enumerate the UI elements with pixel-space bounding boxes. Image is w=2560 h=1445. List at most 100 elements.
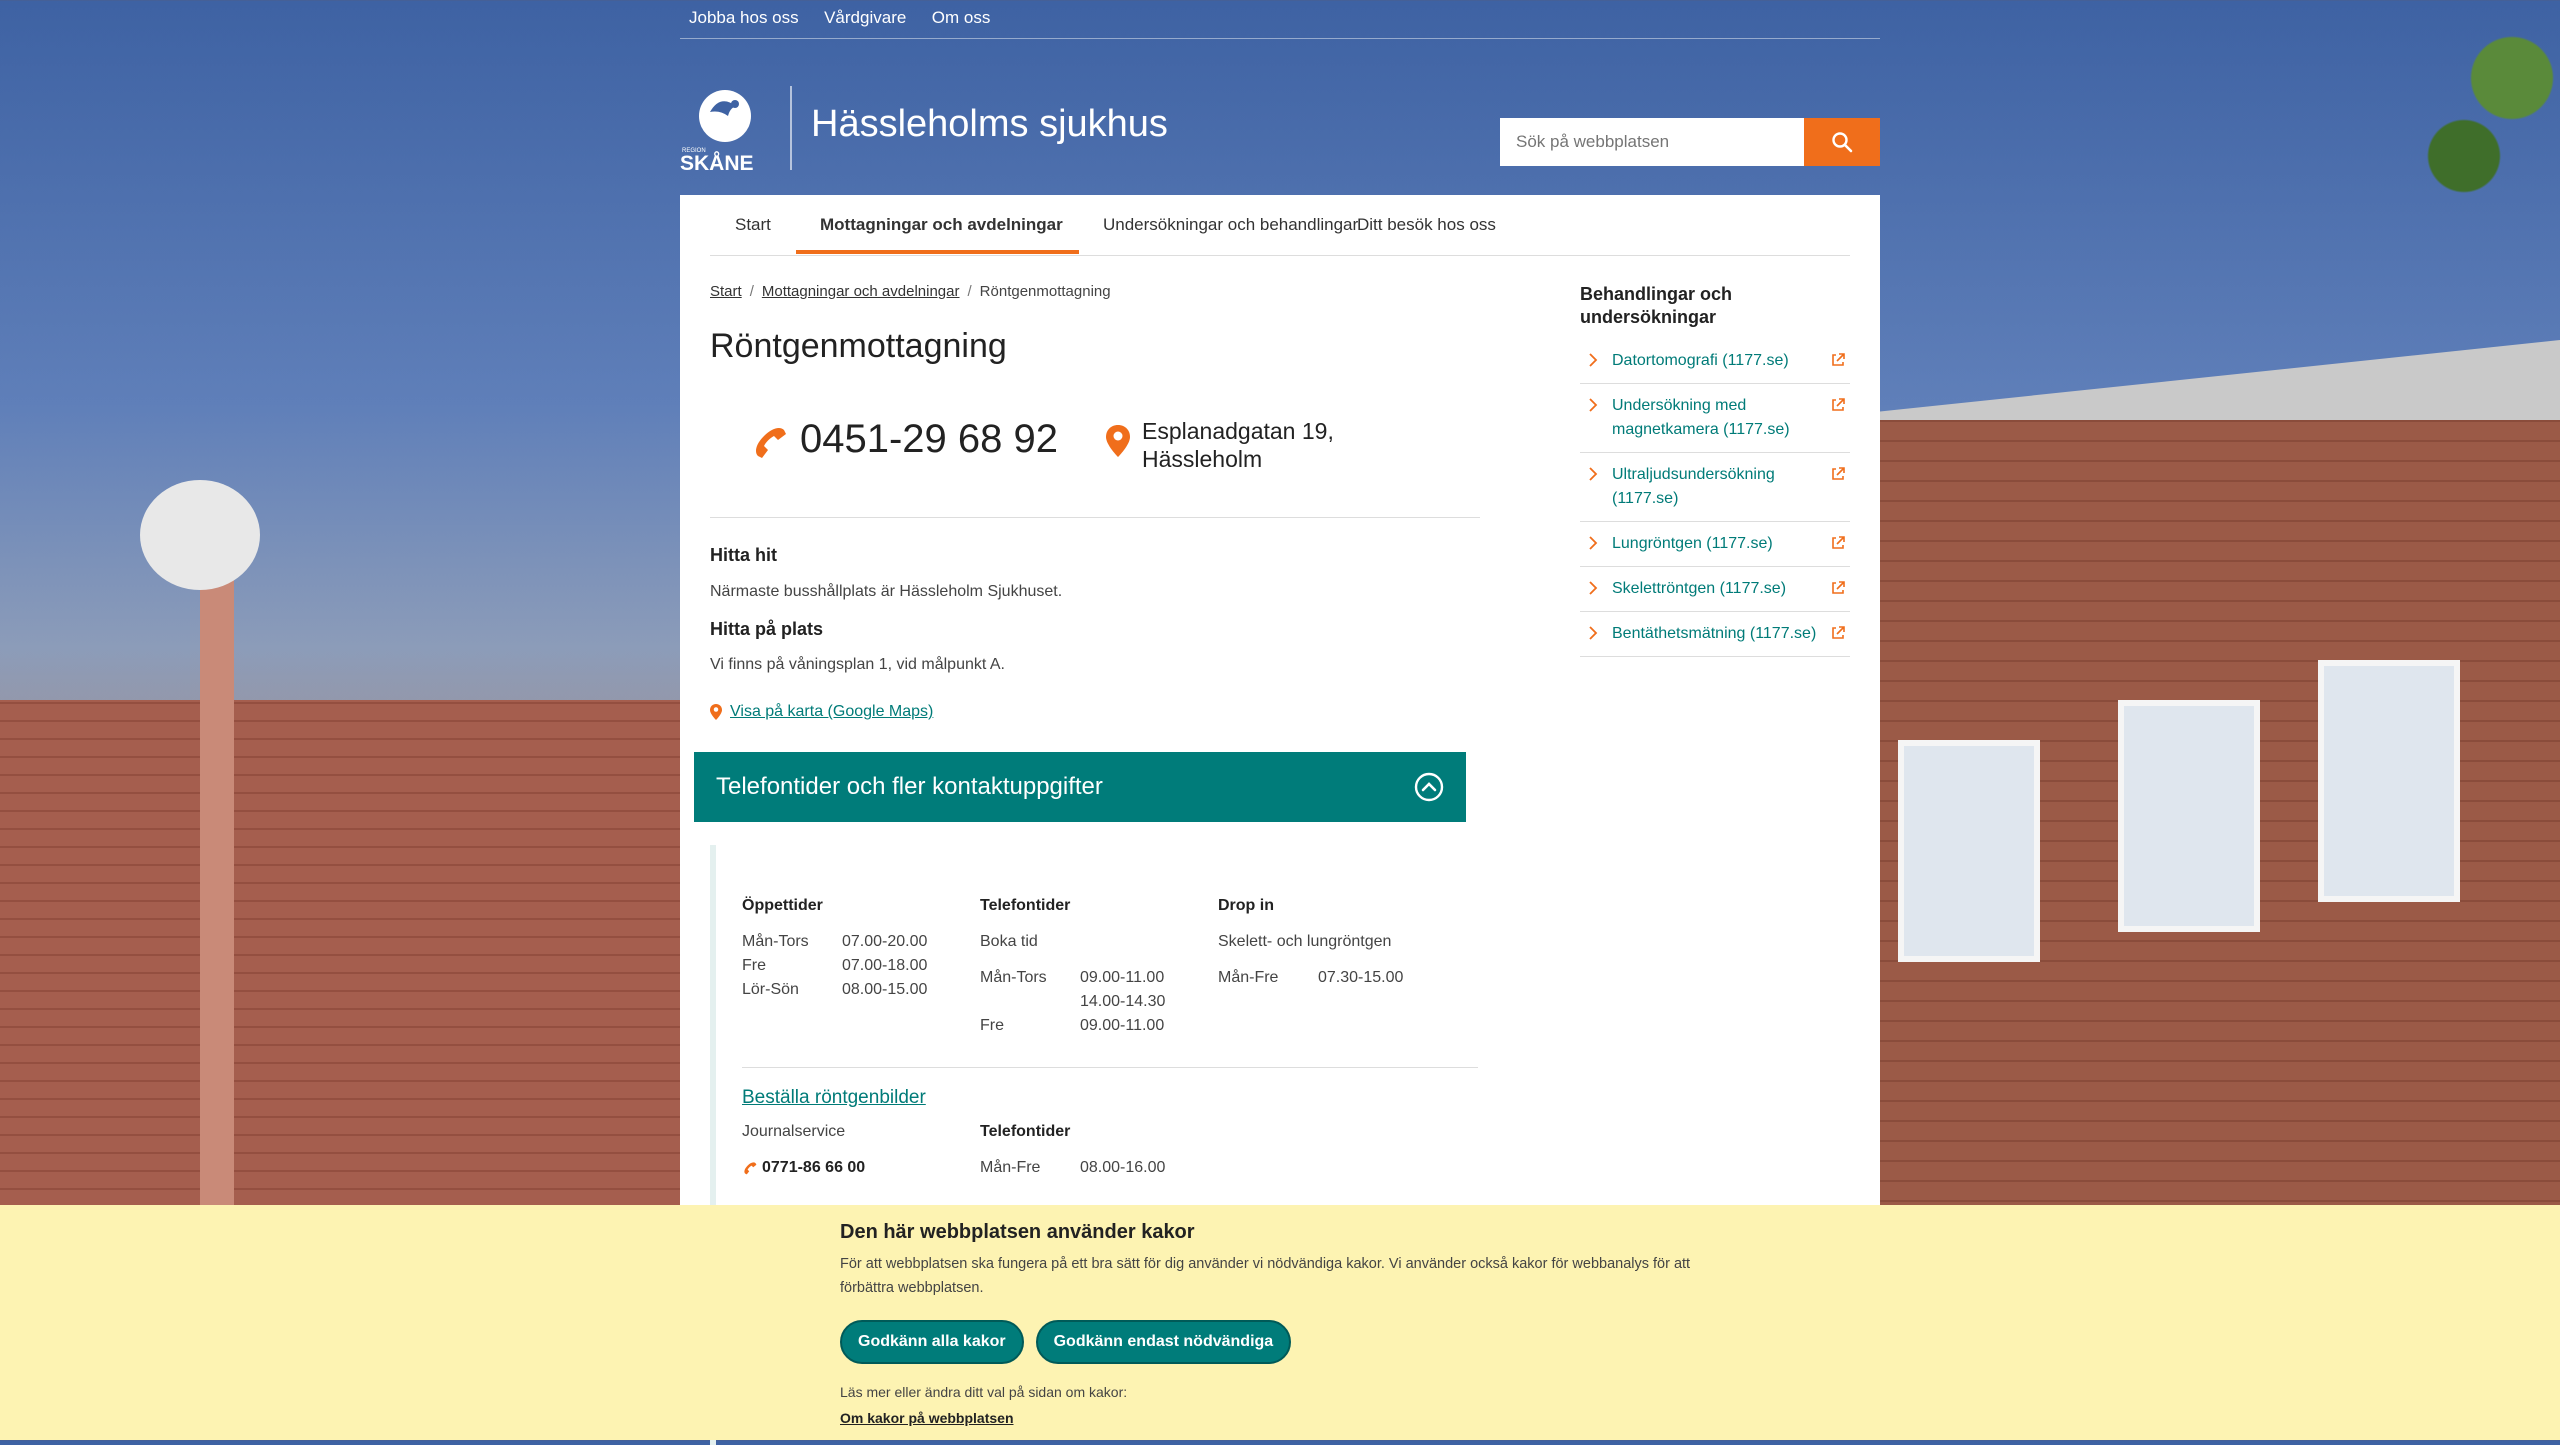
- find-place-text: Vi finns på våningsplan 1, vid målpunkt …: [710, 656, 1005, 673]
- cookie-banner: Den här webbplatsen använder kakor För a…: [0, 1205, 2560, 1440]
- breadcrumb: Start / Mottagningar och avdelningar / Röntg…: [710, 283, 1111, 300]
- sidebar-link[interactable]: Datortomografi (1177.se): [1580, 339, 1850, 384]
- sidebar-link-label: Datortomografi (1177.se): [1612, 352, 1789, 369]
- sidebar-link[interactable]: Undersökning med magnetkamera (1177.se): [1580, 384, 1850, 453]
- open-hours-day: Lör-Sön: [742, 981, 799, 998]
- sidebar-heading: Behandlingar och undersökningar: [1580, 284, 1733, 327]
- accept-all-cookies-button[interactable]: Godkänn alla kakor: [840, 1320, 1024, 1364]
- phone-hours-sub: Boka tid: [980, 933, 1038, 950]
- utility-nav: Jobba hos oss Vårdgivare Om oss: [680, 0, 1880, 39]
- chevron-right-icon: [1589, 398, 1598, 412]
- external-link-icon: [1832, 398, 1845, 411]
- breadcrumb-current: Röntgenmottagning: [979, 283, 1111, 300]
- open-hours-time: 08.00-15.00: [842, 981, 928, 998]
- active-tab-indicator: [796, 250, 1079, 254]
- find-here-heading: Hitta hit: [710, 545, 777, 565]
- bg-window: [2118, 700, 2260, 932]
- external-link-icon: [1832, 467, 1845, 480]
- phone-hours-time: 09.00-11.00: [1080, 969, 1165, 986]
- search-input[interactable]: [1500, 118, 1804, 166]
- sidebar-link[interactable]: Skelettröntgen (1177.se): [1580, 567, 1850, 612]
- map-link[interactable]: Visa på karta (Google Maps): [710, 703, 933, 721]
- accept-necessary-cookies-button[interactable]: Godkänn endast nödvändiga: [1035, 1320, 1292, 1364]
- search-form: [1500, 118, 1880, 166]
- chevron-right-icon: [1589, 536, 1598, 550]
- open-hours-day: Fre: [742, 957, 766, 974]
- page-title: Röntgenmottagning: [710, 327, 1007, 365]
- bg-window: [1898, 740, 2040, 962]
- sidebar-link[interactable]: Lungröntgen (1177.se): [1580, 522, 1850, 567]
- external-link-icon: [1832, 353, 1845, 366]
- phone-hours-time: 09.00-11.00: [1080, 1017, 1165, 1034]
- open-hours-heading: Öppettider: [742, 897, 823, 914]
- search-button[interactable]: [1804, 118, 1880, 166]
- chevron-right-icon: [1589, 353, 1598, 367]
- sidebar-link[interactable]: Bentäthetsmätning (1177.se): [1580, 612, 1850, 657]
- address: Esplanadgatan 19, Hässleholm: [1142, 417, 1372, 473]
- map-link-label: Visa på karta (Google Maps): [730, 703, 934, 720]
- phone-hours-day: Mån-Tors: [980, 969, 1047, 986]
- cookie-content: Den här webbplatsen använder kakor För a…: [840, 1221, 1720, 1426]
- dropin-sub: Skelett- och lungröntgen: [1218, 933, 1392, 950]
- logo-divider: [790, 86, 792, 170]
- dropin-time: 07.30-15.00: [1318, 969, 1404, 986]
- cookie-more-text: Läs mer eller ändra ditt val på sidan om…: [840, 1384, 1128, 1400]
- sidebar-link-label: Skelettröntgen (1177.se): [1612, 580, 1787, 597]
- open-hours-time: 07.00-18.00: [842, 957, 928, 974]
- logo-skane-text: SKÅNE: [680, 151, 754, 172]
- cookie-info-link[interactable]: Om kakor på webbplatsen: [840, 1410, 1720, 1426]
- journal-service-phone[interactable]: 0771-86 66 00: [742, 1159, 865, 1177]
- journal-phone-day: Mån-Fre: [980, 1159, 1041, 1176]
- breadcrumb-receptions[interactable]: Mottagningar och avdelningar: [762, 283, 960, 300]
- main-nav-start[interactable]: Start: [735, 215, 771, 235]
- accordion-title: Telefontider och fler kontaktuppgifter: [716, 773, 1103, 800]
- find-here-text: Närmaste busshållplats är Hässleholm Sju…: [710, 583, 1063, 600]
- divider: [710, 517, 1480, 518]
- chevron-right-icon: [1589, 581, 1598, 595]
- utility-link-jobs[interactable]: Jobba hos oss: [689, 8, 799, 28]
- main-nav-receptions[interactable]: Mottagningar och avdelningar: [820, 215, 1063, 235]
- sidebar: Behandlingar och undersökningar Datortom…: [1580, 283, 1850, 657]
- bg-tree: [2400, 0, 2560, 260]
- griffin-icon: REGION SKÅNE: [680, 90, 754, 175]
- journal-phone-hours-heading: Telefontider: [980, 1123, 1071, 1140]
- chevron-right-icon: [1589, 467, 1598, 481]
- dropin-heading: Drop in: [1218, 897, 1274, 914]
- chevron-right-icon: [1589, 626, 1598, 640]
- phone-hours-time: 14.00-14.30: [1080, 993, 1166, 1010]
- region-skane-logo[interactable]: REGION SKÅNE: [680, 86, 770, 175]
- sidebar-list: Datortomografi (1177.se) Undersökning med…: [1580, 339, 1850, 657]
- phone-icon: [744, 1162, 757, 1175]
- sidebar-link[interactable]: Ultraljudsundersökning (1177.se): [1580, 453, 1850, 522]
- bg-window: [2318, 660, 2460, 902]
- search-icon: [1832, 132, 1853, 153]
- breadcrumb-start[interactable]: Start: [710, 283, 742, 300]
- sidebar-link-label: Ultraljudsundersökning (1177.se): [1612, 466, 1775, 507]
- main-nav-visit[interactable]: Ditt besök hos oss: [1357, 215, 1496, 235]
- open-hours-day: Mån-Tors: [742, 933, 809, 950]
- cookie-title: Den här webbplatsen använder kakor: [840, 1221, 1195, 1243]
- sidebar-link-label: Bentäthetsmätning (1177.se): [1612, 625, 1817, 642]
- site-title[interactable]: Hässleholms sjukhus: [811, 103, 1168, 146]
- address-line-2: Hässleholm: [1142, 446, 1263, 472]
- journal-phone-number: 0771-86 66 00: [762, 1159, 866, 1176]
- phone-icon: [756, 428, 786, 458]
- divider: [742, 1067, 1478, 1068]
- utility-link-providers[interactable]: Vårdgivare: [824, 8, 906, 28]
- order-xray-link[interactable]: Beställa röntgenbilder: [742, 1087, 926, 1109]
- main-nav: Start Mottagningar och avdelningar Under…: [710, 195, 1850, 256]
- external-link-icon: [1832, 626, 1845, 639]
- chevron-up-circle-icon: [1414, 772, 1444, 802]
- cookie-buttons: Godkänn alla kakor Godkänn endast nödvän…: [840, 1320, 1720, 1364]
- location-pin-icon: [1106, 425, 1130, 457]
- phone-hours-heading: Telefontider: [980, 897, 1071, 914]
- phone-number[interactable]: 0451-29 68 92: [800, 417, 1058, 462]
- journal-phone-time: 08.00-16.00: [1080, 1159, 1166, 1176]
- main-nav-examinations[interactable]: Undersökningar och behandlingar: [1103, 215, 1358, 235]
- journal-service-label: Journalservice: [742, 1123, 846, 1140]
- external-link-icon: [1832, 581, 1845, 594]
- utility-link-about[interactable]: Om oss: [932, 8, 991, 28]
- contact-accordion-toggle[interactable]: Telefontider och fler kontaktuppgifter: [694, 752, 1466, 822]
- open-hours-time: 07.00-20.00: [842, 933, 928, 950]
- sidebar-link-label: Lungröntgen (1177.se): [1612, 535, 1773, 552]
